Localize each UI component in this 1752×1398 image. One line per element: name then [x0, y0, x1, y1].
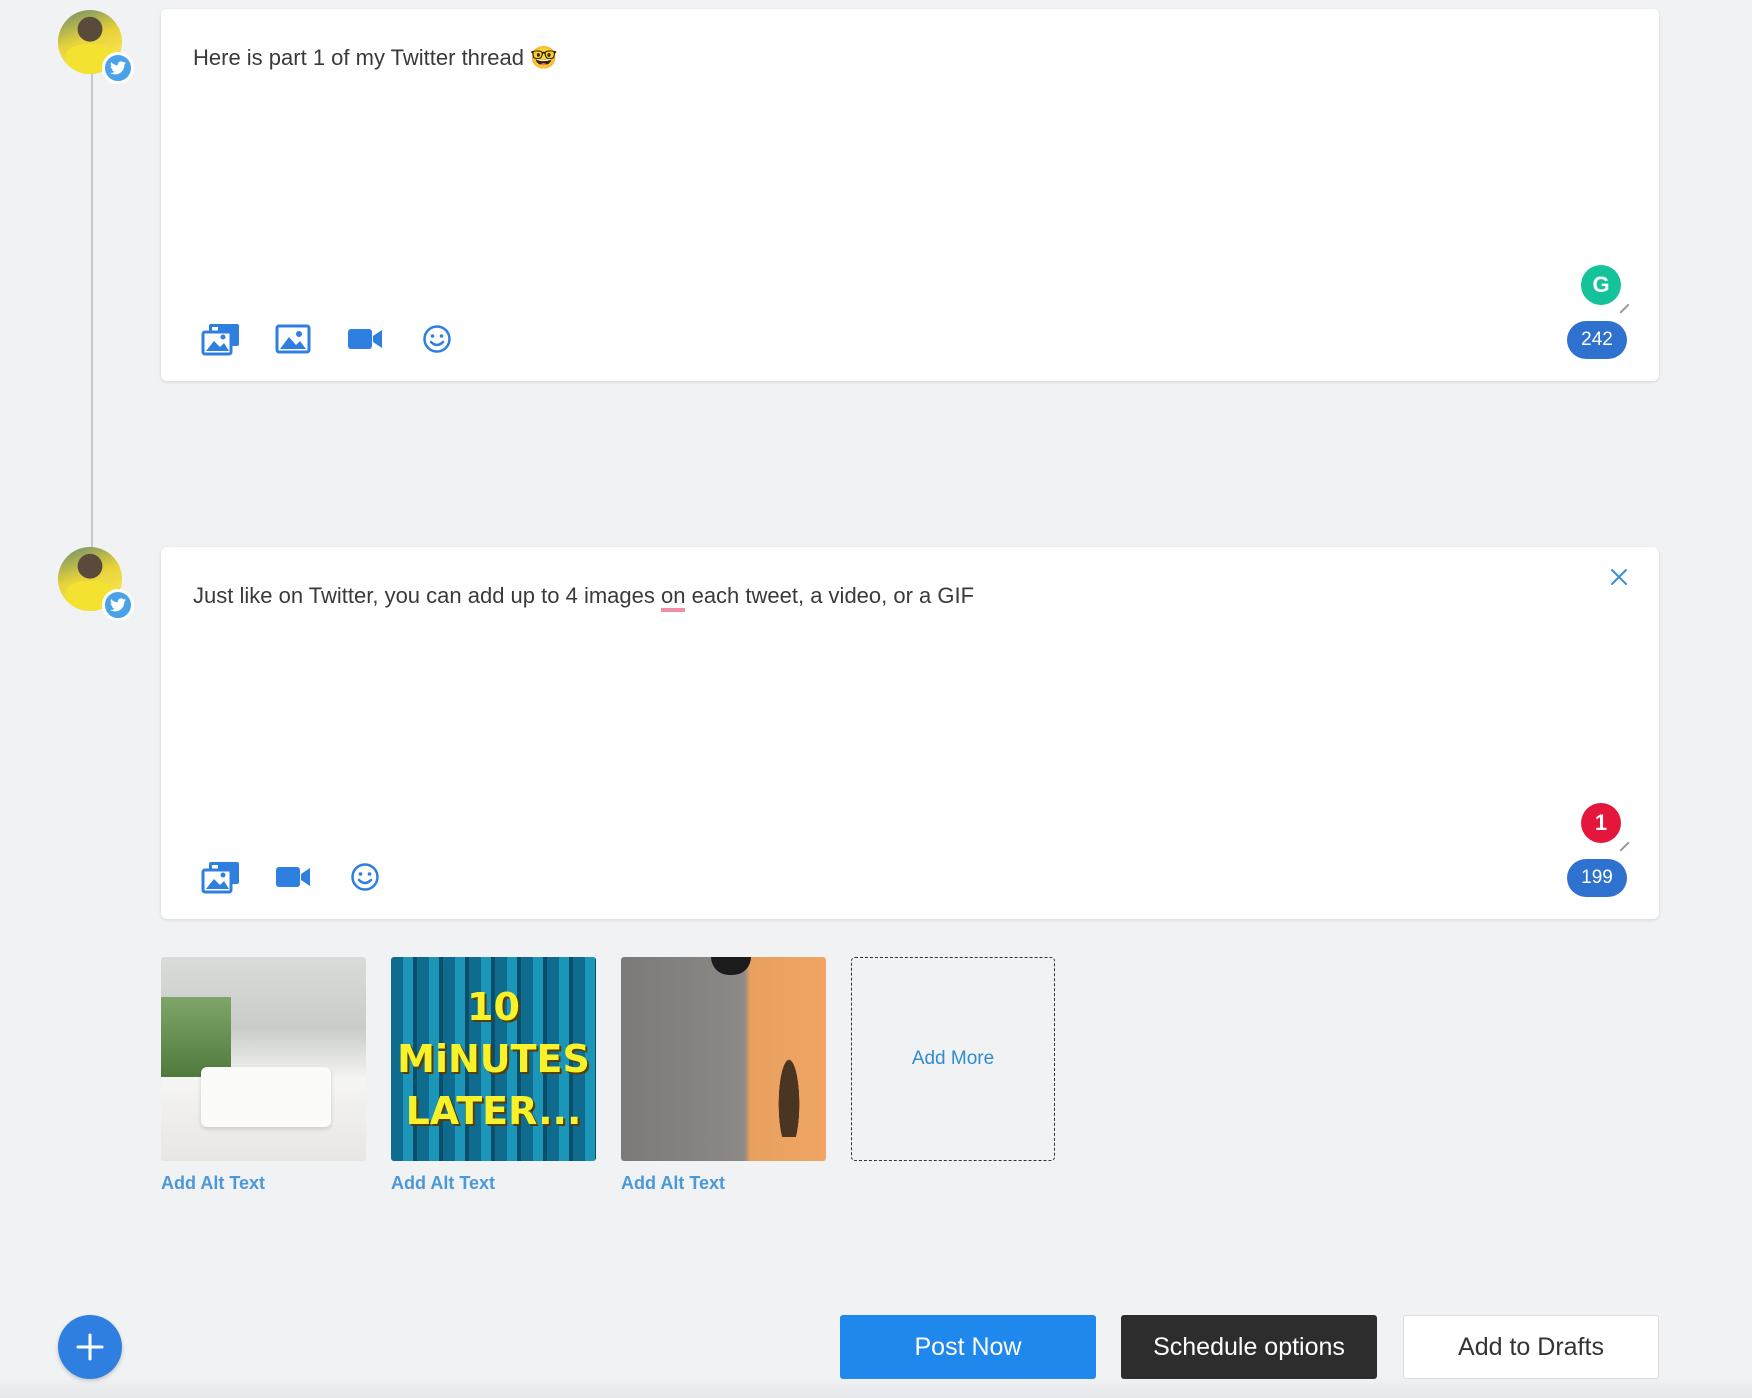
media-toolbar [201, 857, 385, 897]
post-now-button[interactable]: Post Now [840, 1315, 1096, 1379]
tweet-text-input[interactable]: Here is part 1 of my Twitter thread 🤓 [193, 45, 557, 71]
tweet-text-part: Just like on Twitter, you can add up to … [193, 583, 661, 608]
media-item: Add Alt Text [161, 957, 366, 1194]
grammarly-icon[interactable]: G [1581, 265, 1621, 305]
video-icon[interactable] [345, 319, 385, 359]
grammar-issues-badge[interactable]: 1 [1581, 803, 1621, 843]
ten-minutes-later-image[interactable]: 10 MiNUTES LATER... [391, 957, 596, 1161]
add-alt-text-link[interactable]: Add Alt Text [621, 1173, 826, 1194]
gallery-icon[interactable] [201, 319, 241, 359]
plus-icon [76, 1333, 104, 1361]
thread-connector-line [91, 40, 93, 570]
character-counter: 199 [1567, 859, 1627, 897]
add-tweet-button[interactable] [58, 1315, 122, 1379]
caption-line: MiNUTES [397, 1037, 590, 1081]
media-item: Add Alt Text [621, 957, 826, 1194]
gallery-icon[interactable] [201, 857, 241, 897]
tweet-text-input[interactable]: Just like on Twitter, you can add up to … [193, 583, 975, 612]
tweet-composer-1: Here is part 1 of my Twitter thread 🤓 G … [161, 9, 1659, 381]
add-alt-text-link[interactable]: Add Alt Text [161, 1173, 366, 1194]
image-icon[interactable] [273, 319, 313, 359]
emoji-icon[interactable] [417, 319, 457, 359]
caption-line: LATER... [405, 1089, 582, 1133]
twitter-icon [102, 589, 134, 621]
user-avatar [58, 10, 134, 84]
wall-shadow-image[interactable] [621, 957, 826, 1161]
character-counter: 242 [1567, 321, 1627, 359]
user-avatar [58, 547, 134, 621]
caption-line: 10 [467, 985, 520, 1029]
media-item: Add More [851, 957, 1055, 1194]
twitter-icon [102, 52, 134, 84]
media-toolbar [201, 319, 457, 359]
close-icon[interactable] [1607, 565, 1631, 589]
bedroom-image[interactable] [161, 957, 366, 1161]
tweet-composer-2: Just like on Twitter, you can add up to … [161, 547, 1659, 919]
add-more-button[interactable]: Add More [851, 957, 1055, 1161]
video-icon[interactable] [273, 857, 313, 897]
media-item: 10 MiNUTES LATER... Add Alt Text [391, 957, 596, 1194]
add-to-drafts-button[interactable]: Add to Drafts [1403, 1315, 1659, 1379]
grammar-highlight[interactable]: on [660, 583, 686, 612]
add-alt-text-link[interactable]: Add Alt Text [391, 1173, 596, 1194]
tweet-text-part: each tweet, a video, or a GIF [685, 583, 975, 608]
emoji-icon[interactable] [345, 857, 385, 897]
media-attachments: Add Alt Text 10 MiNUTES LATER... Add Alt… [161, 957, 1055, 1194]
bottom-shadow [0, 1378, 1752, 1398]
schedule-options-button[interactable]: Schedule options [1121, 1315, 1377, 1379]
image-caption: 10 MiNUTES LATER... [397, 981, 590, 1137]
